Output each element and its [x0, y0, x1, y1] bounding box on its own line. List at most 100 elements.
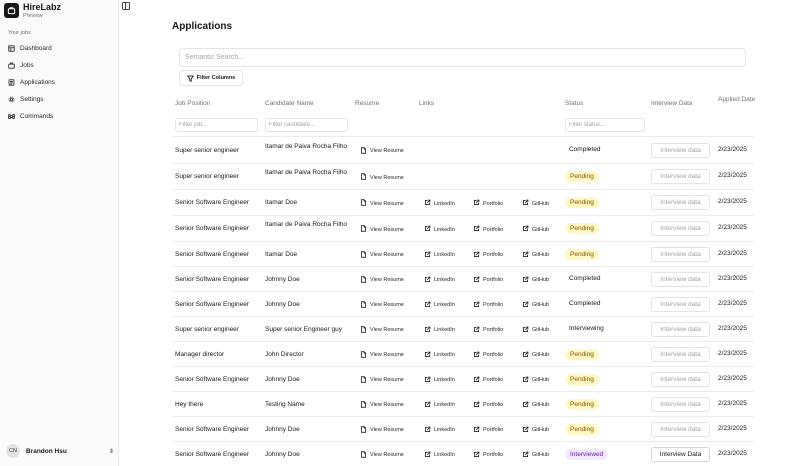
filter-columns-button[interactable]: Filter Columns	[179, 70, 243, 86]
interview-data-button[interactable]: Interview data	[651, 346, 710, 362]
interview-data-button[interactable]: Interview data	[651, 246, 710, 262]
user-menu[interactable]: CN Brandon Hsu ⇕	[6, 443, 114, 459]
external-link-icon	[522, 225, 532, 234]
view-resume-link[interactable]: View Resume	[360, 146, 404, 156]
github-link[interactable]: GitHub	[522, 276, 549, 285]
interview-data-button[interactable]: Interview data	[651, 195, 710, 210]
github-link[interactable]: GitHub	[522, 401, 549, 410]
github-link[interactable]: GitHub	[522, 199, 549, 208]
github-link[interactable]: GitHub	[522, 326, 549, 335]
job-position-cell: Senior Software Engineer	[175, 199, 250, 206]
view-resume-link[interactable]: View Resume	[360, 300, 404, 310]
view-resume-link[interactable]: View Resume	[360, 375, 404, 385]
column-header-interview-data[interactable]: Interview Data	[651, 100, 693, 107]
interview-data-button[interactable]: Interview Data	[651, 446, 710, 462]
github-link[interactable]: GitHub	[522, 301, 549, 310]
sidebar-item-applications[interactable]: Applications	[6, 75, 114, 89]
github-link[interactable]: GitHub	[522, 426, 549, 435]
column-header-applied-date[interactable]: Applied Date	[718, 95, 758, 104]
portfolio-link[interactable]: Portfolio	[473, 251, 503, 260]
portfolio-link[interactable]: Portfolio	[473, 376, 503, 385]
linkedin-link[interactable]: LinkedIn	[424, 376, 455, 385]
table-row[interactable]: Senior Software Engineer Johnny Doe View R…	[172, 266, 754, 291]
table-row[interactable]: Super senior engineer Super senior Engine…	[172, 316, 754, 341]
job-position-cell: Senior Software Engineer	[175, 425, 250, 433]
interview-data-button[interactable]: Interview data	[651, 321, 710, 337]
table-row[interactable]: Senior Software Engineer Itamar de Paiva …	[172, 215, 754, 241]
linkedin-link[interactable]: LinkedIn	[424, 401, 455, 410]
sidebar-item-settings[interactable]: Settings	[6, 92, 114, 106]
linkedin-link[interactable]: LinkedIn	[424, 251, 455, 260]
view-resume-link[interactable]: View Resume	[360, 199, 404, 208]
table-row[interactable]: Super senior engineer Itamar de Paiva Roc…	[172, 163, 754, 189]
table-row[interactable]: Senior Software Engineer Itamar Doe View R…	[172, 241, 754, 266]
linkedin-link[interactable]: LinkedIn	[424, 199, 455, 208]
sidebar-item-commands[interactable]: Commands	[6, 109, 114, 123]
search-input[interactable]	[179, 48, 746, 67]
portfolio-link[interactable]: Portfolio	[473, 451, 503, 460]
portfolio-link[interactable]: Portfolio	[473, 351, 503, 360]
github-link[interactable]: GitHub	[522, 451, 549, 460]
view-resume-link[interactable]: View Resume	[360, 400, 404, 410]
interview-data-button[interactable]: Interview data	[651, 371, 710, 387]
column-header-status[interactable]: Status	[565, 100, 583, 107]
interview-data-button[interactable]: Interview data	[651, 169, 710, 184]
interview-data-button[interactable]: Interview data	[651, 296, 710, 312]
github-link[interactable]: GitHub	[522, 251, 549, 260]
applied-date-cell: 2/23/2025	[718, 424, 747, 432]
sidebar-toggle-icon[interactable]	[122, 2, 130, 10]
external-link-icon	[522, 401, 532, 410]
chevrons-up-down-icon: ⇕	[108, 448, 114, 455]
github-label: GitHub	[532, 302, 550, 308]
table-row[interactable]: Manager director John Director View Resume…	[172, 341, 754, 366]
view-resume-link[interactable]: View Resume	[360, 325, 404, 335]
linkedin-link[interactable]: LinkedIn	[424, 301, 455, 310]
view-resume-link[interactable]: View Resume	[360, 225, 404, 234]
filter-candidate-input[interactable]	[265, 118, 348, 132]
table-row[interactable]: Senior Software Engineer Johnny Doe View R…	[172, 366, 754, 391]
column-header-resume[interactable]: Resume	[355, 100, 379, 107]
linkedin-link[interactable]: LinkedIn	[424, 225, 455, 234]
column-header-job-position[interactable]: Job Position	[175, 100, 210, 107]
view-resume-link[interactable]: View Resume	[360, 350, 404, 360]
column-header-candidate-name[interactable]: Candidate Name	[265, 100, 314, 107]
view-resume-link[interactable]: View Resume	[360, 275, 404, 285]
view-resume-label: View Resume	[370, 377, 404, 383]
portfolio-link[interactable]: Portfolio	[473, 426, 503, 435]
view-resume-link[interactable]: View Resume	[360, 173, 404, 182]
portfolio-link[interactable]: Portfolio	[473, 225, 503, 234]
table-row[interactable]: Senior Software Engineer Itamar Doe View R…	[172, 189, 754, 215]
sidebar-item-jobs[interactable]: Jobs	[6, 58, 114, 72]
interview-data-button[interactable]: Interview data	[651, 221, 710, 236]
table-row[interactable]: Super senior engineer Itamar de Paiva Roc…	[172, 136, 754, 163]
table-row[interactable]: Hey there Testing Name View Resume LinkedIn…	[172, 391, 754, 416]
table-row[interactable]: Senior Software Engineer Johnny Doe View R…	[172, 441, 754, 466]
sidebar-item-dashboard[interactable]: Dashboard	[6, 41, 114, 55]
portfolio-link[interactable]: Portfolio	[473, 401, 503, 410]
github-link[interactable]: GitHub	[522, 376, 549, 385]
interview-data-button[interactable]: Interview data	[651, 271, 710, 287]
linkedin-link[interactable]: LinkedIn	[424, 351, 455, 360]
portfolio-link[interactable]: Portfolio	[473, 326, 503, 335]
view-resume-link[interactable]: View Resume	[360, 450, 404, 460]
linkedin-link[interactable]: LinkedIn	[424, 276, 455, 285]
view-resume-link[interactable]: View Resume	[360, 250, 404, 260]
portfolio-link[interactable]: Portfolio	[473, 276, 503, 285]
applied-date-cell: 2/23/2025	[718, 224, 747, 231]
interview-data-button[interactable]: Interview data	[651, 421, 710, 437]
github-link[interactable]: GitHub	[522, 225, 549, 234]
interview-data-button[interactable]: Interview data	[651, 142, 710, 158]
table-row[interactable]: Senior Software Engineer Johnny Doe View R…	[172, 416, 754, 441]
view-resume-link[interactable]: View Resume	[360, 425, 404, 435]
linkedin-link[interactable]: LinkedIn	[424, 451, 455, 460]
filter-job-input[interactable]	[175, 118, 258, 132]
portfolio-link[interactable]: Portfolio	[473, 301, 503, 310]
interview-data-button[interactable]: Interview data	[651, 396, 710, 412]
portfolio-link[interactable]: Portfolio	[473, 199, 503, 208]
filter-status-input[interactable]	[565, 118, 645, 132]
github-link[interactable]: GitHub	[522, 351, 549, 360]
column-header-links[interactable]: Links	[419, 100, 434, 107]
table-row[interactable]: Senior Software Engineer Johnny Doe View R…	[172, 291, 754, 316]
linkedin-link[interactable]: LinkedIn	[424, 326, 455, 335]
linkedin-link[interactable]: LinkedIn	[424, 426, 455, 435]
